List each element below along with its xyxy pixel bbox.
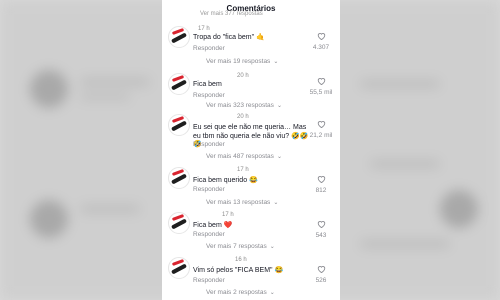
comment-text: Fica bem ❤️ (193, 222, 233, 229)
like-button[interactable]: 55,5 mil (308, 77, 334, 96)
comment-meta: 20 h (232, 114, 249, 120)
chevron-down-icon: ⌄ (276, 103, 282, 109)
chevron-down-icon: ⌄ (276, 154, 282, 160)
comment-text: Fica bem (193, 81, 222, 88)
like-count: 4.307 (312, 44, 330, 51)
heart-outline-icon (317, 221, 325, 228)
comment-time: 20 h (237, 73, 249, 79)
like-button[interactable]: 4.307 (308, 32, 334, 51)
view-more-replies[interactable]: Ver mais 2 respostas ⌄ (206, 289, 275, 296)
like-count: 812 (315, 187, 327, 194)
like-count: 543 (315, 232, 327, 239)
reply-button[interactable]: Responder (193, 231, 225, 238)
reply-button[interactable]: Responder (193, 45, 225, 52)
like-button[interactable]: 526 (308, 265, 334, 284)
comment-item: 16 h Vim só pelos "FICA BEM" 😂 Responder… (162, 257, 340, 300)
comment-meta: 17 h (193, 26, 210, 32)
view-more-replies[interactable]: Ver mais 13 respostas ⌄ (206, 199, 278, 206)
like-count: 55,5 mil (309, 89, 333, 96)
chevron-down-icon: ⌄ (269, 290, 275, 296)
chevron-down-icon: ⌄ (269, 244, 275, 250)
comment-text: Fica bem querido 😂 (193, 177, 258, 184)
comment-meta: 20 h (232, 73, 249, 79)
reply-button[interactable]: Responder (193, 186, 225, 193)
comment-time: 17 h (198, 26, 210, 32)
comment-item: 17 h Fica bem ❤️ Responder 543 Ver mais … (162, 212, 340, 252)
comment-time: 17 h (222, 212, 234, 218)
like-button[interactable]: 543 (308, 220, 334, 239)
view-more-replies[interactable]: Ver mais 7 respostas ⌄ (206, 243, 275, 250)
reply-button[interactable]: Responder (193, 141, 225, 148)
heart-outline-icon (317, 176, 325, 183)
comment-meta: 16 h (230, 257, 247, 263)
heart-outline-icon (317, 121, 325, 128)
comment-text: Vim só pelos "FICA BEM" 😂 (193, 267, 284, 274)
view-more-replies[interactable]: Ver mais 487 respostas ⌄ (206, 153, 282, 160)
comment-time: 20 h (237, 114, 249, 120)
avatar[interactable] (168, 26, 190, 48)
comment-meta: 17 h (217, 212, 234, 218)
avatar[interactable] (168, 257, 190, 279)
avatar[interactable] (168, 167, 190, 189)
comment-item: 17 h Fica bem querido 😂 Responder 812 Ve… (162, 167, 340, 207)
reply-button[interactable]: Responder (193, 277, 225, 284)
heart-outline-icon (317, 78, 325, 85)
comment-item: 20 h Eu sei que ele não me queria… Mas e… (162, 114, 340, 164)
like-button[interactable]: 812 (308, 175, 334, 194)
avatar[interactable] (168, 114, 190, 136)
chevron-down-icon: ⌄ (273, 59, 279, 65)
like-count: 21,2 mil (309, 132, 333, 139)
comment-item: 17 h Tropa do "fica bem" 🤙 Responder 4.3… (162, 26, 340, 72)
view-more-replies[interactable]: Ver mais 323 respostas ⌄ (206, 102, 282, 109)
heart-outline-icon (317, 266, 325, 273)
avatar[interactable] (168, 73, 190, 95)
comment-meta: 17 h (232, 167, 249, 173)
reply-button[interactable]: Responder (193, 92, 225, 99)
comment-time: 16 h (235, 257, 247, 263)
like-count: 526 (315, 277, 327, 284)
comment-time: 17 h (237, 167, 249, 173)
heart-outline-icon (317, 33, 325, 40)
comments-panel: Comentários Ver mais 377 respostas 17 h … (162, 0, 340, 300)
avatar[interactable] (168, 212, 190, 234)
faded-more-replies[interactable]: Ver mais 377 respostas (200, 11, 263, 17)
chevron-down-icon: ⌄ (273, 200, 279, 206)
view-more-replies[interactable]: Ver mais 19 respostas ⌄ (206, 58, 278, 65)
like-button[interactable]: 21,2 mil (308, 120, 334, 139)
comment-text: Tropa do "fica bem" 🤙 (193, 34, 265, 41)
comment-item: 20 h Fica bem Responder 55,5 mil Ver mai… (162, 73, 340, 111)
